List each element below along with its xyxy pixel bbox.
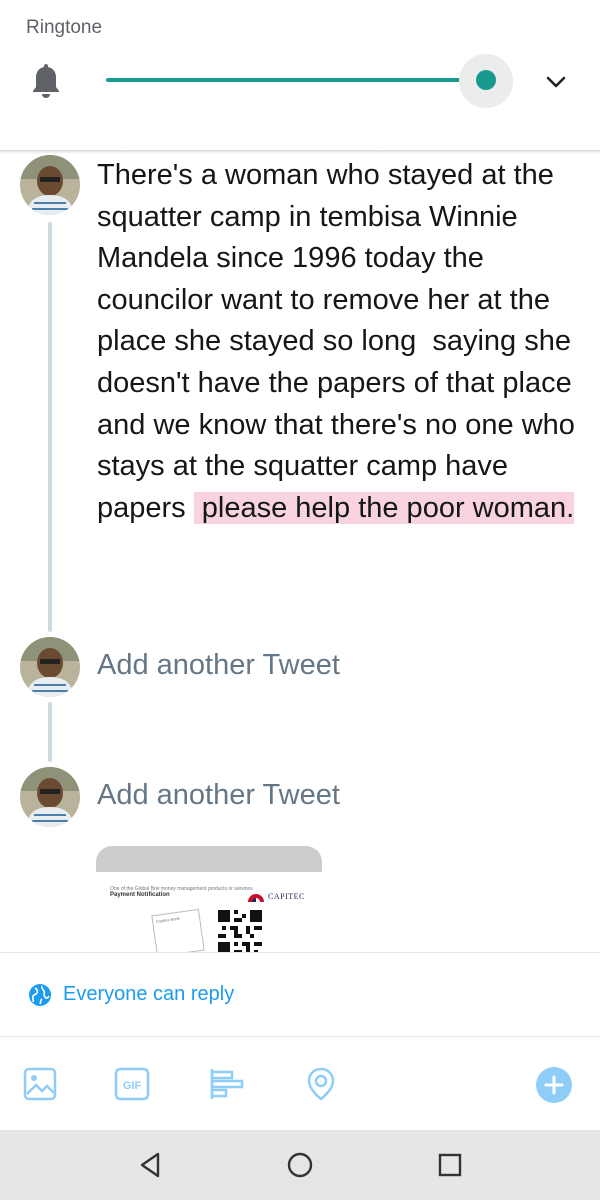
divider (0, 952, 600, 953)
capitec-logo-icon (248, 894, 264, 902)
add-icon (544, 1075, 564, 1095)
thread-connector (48, 702, 52, 762)
tweet-text-highlighted: please help the poor woman. (193, 491, 575, 524)
avatar[interactable] (20, 637, 80, 697)
add-tweet-button[interactable] (536, 1067, 572, 1103)
tweet-text: There's a woman who stayed at the squatt… (97, 159, 583, 524)
recents-icon[interactable] (435, 1150, 465, 1180)
avatar[interactable] (20, 767, 80, 827)
image-icon[interactable] (22, 1066, 58, 1102)
volume-title: Ringtone (26, 17, 103, 38)
bell-icon[interactable] (30, 62, 62, 100)
qr-code-icon (218, 910, 262, 952)
capitec-brand: CAPITEC (268, 892, 305, 901)
system-navigation-bar (0, 1130, 600, 1200)
poll-icon[interactable] (209, 1066, 245, 1102)
gif-icon[interactable]: GIF (114, 1066, 150, 1102)
gif-label: GIF (123, 1080, 142, 1092)
panel-shadow (0, 150, 600, 154)
capitec-logo: CAPITEC (246, 890, 312, 904)
payment-notification-document: One of the Global Brei money management … (96, 872, 322, 952)
bank-stamp: Capitec Bank (151, 908, 205, 952)
attached-image[interactable]: One of the Global Brei money management … (96, 846, 322, 952)
chevron-down-icon[interactable] (538, 64, 574, 100)
divider (0, 1036, 600, 1037)
location-icon[interactable] (303, 1066, 339, 1102)
reply-setting-button[interactable]: Everyone can reply (63, 983, 234, 1006)
document-heading: Payment Notification (110, 892, 170, 898)
globe-icon[interactable] (28, 983, 52, 1007)
volume-slider-track[interactable] (106, 78, 487, 82)
add-another-tweet-input[interactable]: Add another Tweet (97, 779, 340, 812)
attached-image-header (96, 846, 322, 872)
home-icon[interactable] (285, 1150, 315, 1180)
avatar[interactable] (20, 155, 80, 215)
tweet-text-input[interactable]: There's a woman who stayed at the squatt… (97, 155, 587, 529)
add-another-tweet-input[interactable]: Add another Tweet (97, 649, 340, 682)
volume-panel: Ringtone (0, 0, 600, 150)
thread-connector (48, 222, 52, 632)
back-icon[interactable] (136, 1150, 166, 1180)
